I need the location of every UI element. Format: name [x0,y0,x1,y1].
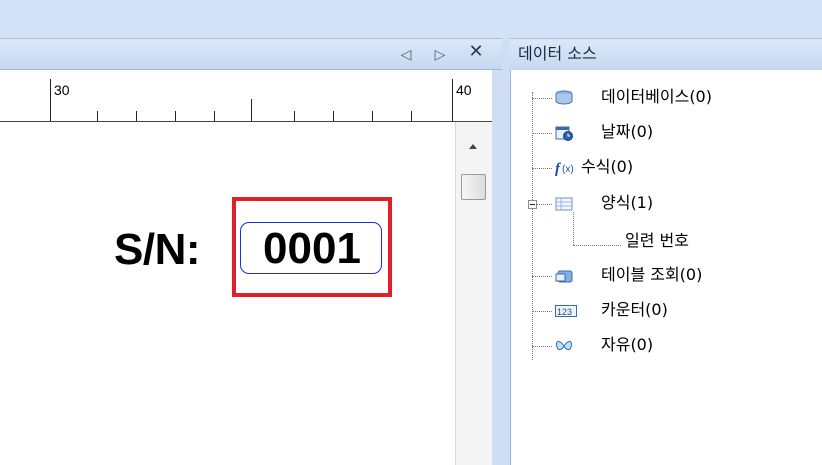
svg-text:(x): (x) [562,164,574,175]
ruler-minor-tick [175,111,176,121]
scroll-up-icon[interactable] [469,144,477,149]
scroll-left-icon[interactable]: ◁ [398,47,414,63]
collapse-toggle-icon[interactable] [528,200,537,209]
tree-item-date[interactable]: 날짜(0) [601,121,653,143]
tree-item-table-lookup[interactable]: 테이블 조회(0) [601,264,702,286]
tree-item-form[interactable]: 양식(1) [601,192,653,214]
table-lookup-icon [555,268,573,284]
tree-connector-line [532,133,552,134]
ruler-minor-tick [136,111,137,121]
svg-text:123: 123 [557,307,572,317]
form-icon [555,196,573,212]
serial-number-prefix-text[interactable]: S/N: [114,220,201,280]
serial-number-value[interactable]: 0001 [241,223,383,275]
ruler-label-30: 30 [54,82,70,98]
ruler-minor-tick [411,111,412,121]
tree-item-database[interactable]: 데이터베이스(0) [601,86,712,108]
serial-number-field-frame[interactable]: 0001 [240,222,382,274]
tree-item-counter[interactable]: 카운터(0) [601,299,668,321]
document-tab-bar: ◁ ▷ ✕ [0,38,502,70]
tree-connector-line [532,311,552,312]
tree-connector-line [573,245,621,246]
ruler-major-tick [50,79,51,121]
tree-item-formula[interactable]: 수식(0) [581,156,633,178]
ruler-major-tick [452,79,453,121]
scrollbar-thumb[interactable] [461,174,486,200]
ruler-label-40: 40 [456,82,472,98]
horizontal-ruler: 30 40 [0,70,492,122]
tree-connector-line [532,346,552,347]
top-toolbar-area [0,0,822,38]
scroll-right-icon[interactable]: ▷ [432,47,448,63]
ruler-minor-tick [333,111,334,121]
tree-connector-line [573,212,574,245]
vertical-scrollbar[interactable] [455,122,492,465]
formula-icon: f (x) [555,160,574,177]
tree-connector-line [532,276,552,277]
counter-icon: 123 [555,303,577,319]
data-source-tree[interactable]: 데이터베이스(0) 날짜(0) f (x) 수식(0) 양식(1) 일련 번호 테… [510,70,822,465]
tree-item-free[interactable]: 자유(0) [601,334,653,356]
ruler-minor-tick [372,111,373,121]
database-icon [555,90,573,106]
free-icon [555,338,573,354]
data-source-panel: 데이터 소스 데이터베이스(0) 날짜(0) f (x) 수식(0) 양식(1)… [510,38,822,465]
tree-item-serial-number[interactable]: 일련 번호 [625,230,689,252]
tree-connector-line [532,168,552,169]
tree-connector-line [532,98,552,99]
pane-splitter[interactable] [492,70,502,465]
ruler-minor-tick [214,111,215,121]
ruler-minor-tick [294,111,295,121]
calendar-icon [555,125,573,141]
ruler-minor-tick [97,111,98,121]
data-source-panel-title: 데이터 소스 [510,38,822,70]
ruler-mid-tick [251,99,252,121]
tree-connector-line [537,204,552,205]
close-document-icon[interactable]: ✕ [468,43,484,61]
svg-text:f: f [555,161,562,176]
serial-number-field-selected[interactable]: 0001 [232,197,392,297]
